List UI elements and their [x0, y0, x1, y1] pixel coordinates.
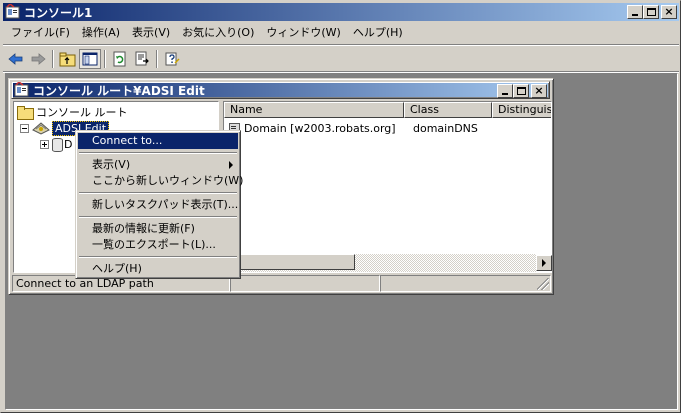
menu-item-help[interactable]: ヘルプ(H) — [78, 261, 238, 277]
child-close-button[interactable]: × — [531, 84, 547, 98]
menu-item-export-list[interactable]: 一覧のエクスポート(L)... — [78, 237, 238, 253]
database-icon — [52, 137, 63, 152]
mmc-console-icon — [14, 81, 30, 98]
window-title: コンソール1 — [24, 5, 93, 20]
main-titlebar[interactable]: コンソール1 × — [3, 3, 679, 21]
row-name: Domain [w2003.robats.org] — [244, 121, 396, 135]
minimize-button[interactable] — [627, 5, 643, 19]
tree-item-console-root[interactable]: コンソール ルート — [17, 104, 128, 120]
menu-item-refresh[interactable]: 最新の情報に更新(F) — [78, 221, 238, 237]
child-window-title: コンソール ルート¥ADSI Edit — [33, 83, 205, 98]
menu-item-connect-to[interactable]: Connect to... — [78, 133, 238, 149]
context-menu: Connect to... 表示(V) ここから新しいウィンドウ(W) 新しいタ… — [75, 130, 243, 279]
collapse-icon[interactable] — [20, 123, 29, 133]
menu-favorites[interactable]: お気に入り(O) — [176, 24, 260, 42]
mmc-console-icon — [5, 3, 21, 20]
toolbar-separator — [156, 50, 158, 68]
menu-item-new-window[interactable]: ここから新しいウィンドウ(W) — [78, 173, 243, 189]
menu-separator — [79, 192, 237, 194]
column-header-distinguished-name[interactable]: Distinguis — [492, 102, 551, 118]
menu-separator — [79, 152, 237, 154]
help-icon — [165, 52, 180, 66]
export-list-icon — [135, 51, 149, 66]
menu-separator — [79, 216, 237, 218]
menu-item-label: 表示(V) — [92, 158, 131, 171]
right-arrow-icon — [542, 259, 546, 267]
toolbar-separator — [104, 50, 106, 68]
horizontal-scrollbar[interactable] — [223, 254, 552, 272]
up-one-level-button[interactable] — [57, 49, 79, 69]
maximize-button[interactable] — [643, 5, 659, 19]
up-folder-icon — [59, 52, 76, 67]
adsi-edit-icon — [32, 121, 50, 135]
close-icon: × — [664, 5, 674, 18]
scrollbar-track[interactable] — [223, 254, 536, 272]
list-pane[interactable]: Name Class Distinguis Domain [w2003.roba… — [223, 101, 552, 273]
submenu-arrow-icon — [229, 161, 233, 169]
help-button[interactable] — [161, 49, 183, 69]
menu-item-new-taskpad[interactable]: 新しいタスクパッド表示(T)... — [78, 197, 238, 213]
menu-window[interactable]: ウィンドウ(W) — [260, 24, 346, 42]
forward-arrow-icon — [31, 53, 46, 65]
list-row[interactable]: Domain [w2003.robats.org] domainDNS — [224, 120, 496, 136]
close-button[interactable]: × — [661, 5, 677, 19]
tree-item-domain[interactable]: D — [40, 136, 72, 152]
menu-item-view[interactable]: 表示(V) — [78, 157, 238, 173]
menu-file[interactable]: ファイル(F) — [5, 24, 76, 42]
toolbar — [5, 48, 183, 70]
scrollbar-thumb[interactable] — [223, 254, 355, 270]
expand-icon[interactable] — [40, 139, 49, 149]
folder-icon — [17, 106, 34, 120]
menu-help[interactable]: ヘルプ(H) — [347, 24, 409, 42]
menu-separator — [79, 256, 237, 258]
forward-button[interactable] — [27, 49, 49, 69]
menu-action[interactable]: 操作(A) — [76, 24, 126, 42]
menu-view[interactable]: 表示(V) — [126, 24, 176, 42]
column-header-name[interactable]: Name — [224, 102, 404, 118]
menu-bar: ファイル(F) 操作(A) 表示(V) お気に入り(O) ウィンドウ(W) ヘル… — [5, 23, 409, 43]
tree-item-label: コンソール ルート — [36, 106, 128, 119]
status-cell-3 — [380, 275, 551, 292]
close-icon: × — [534, 84, 544, 97]
row-class: domainDNS — [413, 121, 478, 135]
toolbar-separator — [52, 50, 54, 68]
list-header: Name Class Distinguis — [224, 102, 551, 118]
maximize-icon — [646, 8, 656, 16]
status-cell-2 — [230, 275, 380, 292]
show-hide-tree-button[interactable] — [79, 49, 101, 69]
child-maximize-button[interactable] — [513, 84, 529, 98]
back-arrow-icon — [8, 53, 23, 65]
export-list-button[interactable] — [131, 49, 153, 69]
menu-separator — [3, 44, 679, 46]
maximize-icon — [516, 87, 526, 95]
scroll-right-button[interactable] — [536, 255, 552, 271]
minimize-icon — [632, 14, 638, 16]
child-titlebar[interactable]: コンソール ルート¥ADSI Edit × — [11, 81, 550, 99]
column-header-class[interactable]: Class — [404, 102, 492, 118]
size-grip-icon[interactable] — [537, 278, 549, 290]
console-window: コンソール1 × ファイル(F) 操作(A) 表示(V) お気に入り(O) ウィ… — [0, 0, 681, 413]
child-minimize-button[interactable] — [497, 84, 513, 98]
tree-item-label: D — [64, 137, 73, 151]
back-button[interactable] — [5, 49, 27, 69]
minimize-icon — [502, 93, 508, 95]
refresh-button[interactable] — [109, 49, 131, 69]
show-hide-tree-icon — [82, 52, 98, 66]
refresh-icon — [113, 51, 126, 67]
